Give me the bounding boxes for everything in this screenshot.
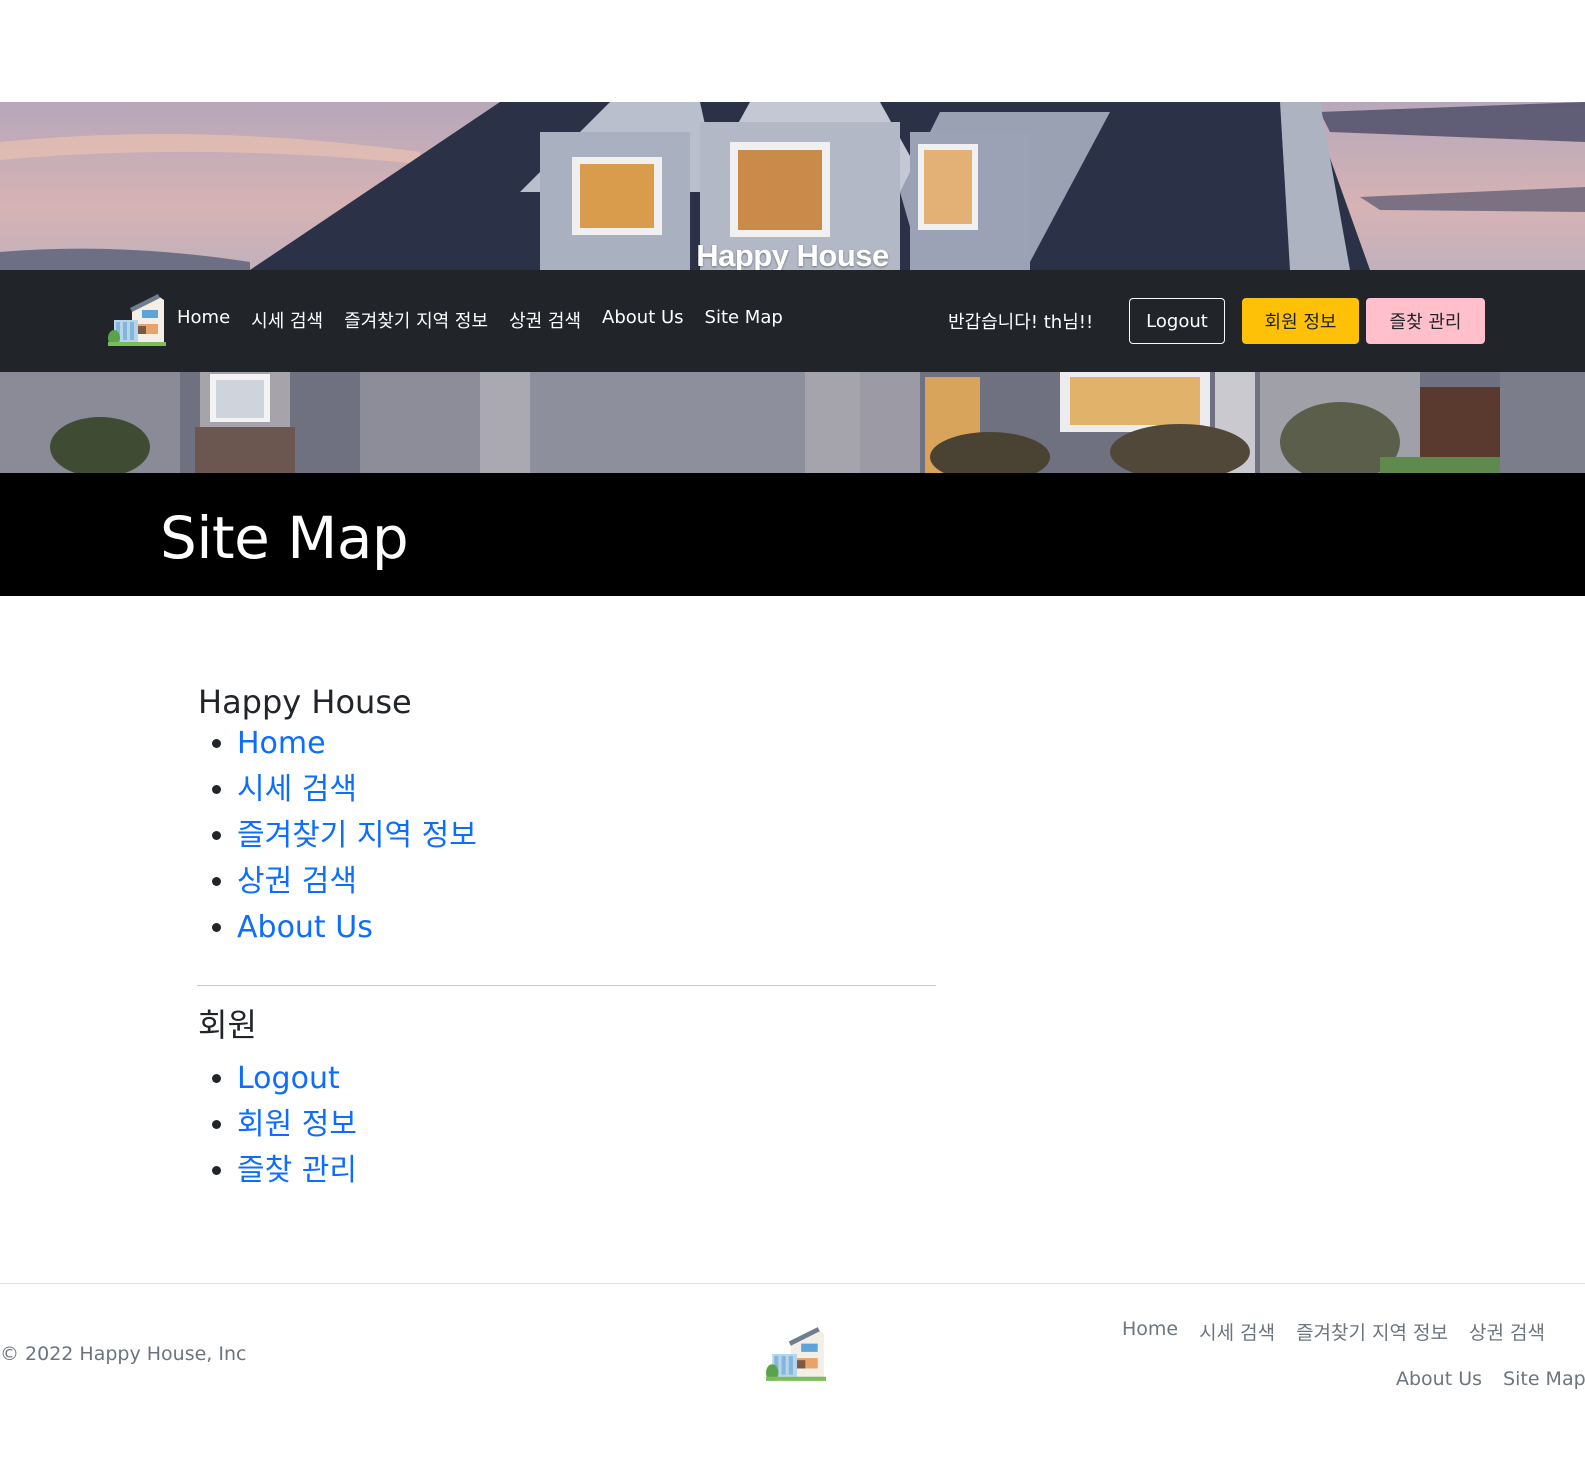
hero-title: Happy House [696,238,889,273]
list-item: 즐찾 관리 [237,1148,936,1194]
list-item: Logout [237,1056,936,1102]
sitemap-link-about-us[interactable]: About Us [237,910,373,945]
sitemap-link-favorites-manage[interactable]: 즐찾 관리 [237,1153,357,1188]
section-divider [197,985,936,986]
footer-link-home[interactable]: Home [1122,1318,1178,1345]
nav-links: Home 시세 검색 즐겨찾기 지역 정보 상권 검색 About Us Sit… [177,307,783,333]
footer-link-commercial-search[interactable]: 상권 검색 [1469,1318,1545,1345]
list-item: Home [237,721,936,767]
nav-link-site-map[interactable]: Site Map [705,307,783,333]
footer-link-favorite-area[interactable]: 즐겨찾기 지역 정보 [1296,1318,1448,1345]
footer-link-site-map[interactable]: Site Map [1503,1368,1585,1390]
page-title: Site Map [160,504,409,572]
footer-link-about-us[interactable]: About Us [1396,1368,1482,1390]
list-item: 즐겨찾기 지역 정보 [237,813,936,859]
sitemap-section-member: 회원 Logout 회원 정보 즐찾 관리 [198,1006,936,1194]
footer-links-row: About Us Site Map [1396,1368,1585,1390]
nav-link-price-search[interactable]: 시세 검색 [251,307,323,333]
sitemap-link-logout[interactable]: Logout [237,1061,340,1096]
house-logo-icon[interactable] [766,1327,826,1383]
nav-link-favorite-area[interactable]: 즐겨찾기 지역 정보 [344,307,488,333]
nav-link-commercial-search[interactable]: 상권 검색 [509,307,581,333]
sitemap-link-member-info[interactable]: 회원 정보 [237,1107,357,1142]
favorites-manage-button[interactable]: 즐찾 관리 [1366,298,1485,344]
greeting-text: 반갑습니다! th님!! [948,312,1094,333]
logout-button[interactable]: Logout [1129,298,1225,344]
sitemap-list: Logout 회원 정보 즐찾 관리 [198,1056,936,1194]
footer-divider [0,1283,1585,1284]
list-item: About Us [237,905,936,951]
sitemap-link-home[interactable]: Home [237,726,326,761]
member-info-button[interactable]: 회원 정보 [1242,298,1359,344]
top-navbar: Home 시세 검색 즐겨찾기 지역 정보 상권 검색 About Us Sit… [0,270,1585,372]
footer-links: Home 시세 검색 즐겨찾기 지역 정보 상권 검색 About Us Sit… [1115,1316,1585,1416]
house-logo-icon[interactable] [108,294,166,348]
section-heading: 회원 [198,1006,257,1044]
nav-link-about-us[interactable]: About Us [602,307,684,333]
list-item: 회원 정보 [237,1102,936,1148]
sitemap-list: Home 시세 검색 즐겨찾기 지역 정보 상권 검색 About Us [198,721,936,951]
sitemap-link-favorite-area[interactable]: 즐겨찾기 지역 정보 [237,818,477,853]
list-item: 상권 검색 [237,859,936,905]
section-heading: Happy House [198,683,412,721]
footer-link-price-search[interactable]: 시세 검색 [1199,1318,1275,1345]
footer-copyright: © 2022 Happy House, Inc [0,1343,247,1365]
sitemap-link-commercial-search[interactable]: 상권 검색 [237,864,357,899]
sitemap-link-price-search[interactable]: 시세 검색 [237,772,357,807]
footer-links-row: Home 시세 검색 즐겨찾기 지역 정보 상권 검색 [1122,1318,1545,1345]
sitemap-section-happy-house: Happy House Home 시세 검색 즐겨찾기 지역 정보 상권 검색 … [198,683,936,951]
page-title-band: Site Map [0,473,1585,596]
nav-link-home[interactable]: Home [177,307,230,333]
list-item: 시세 검색 [237,767,936,813]
